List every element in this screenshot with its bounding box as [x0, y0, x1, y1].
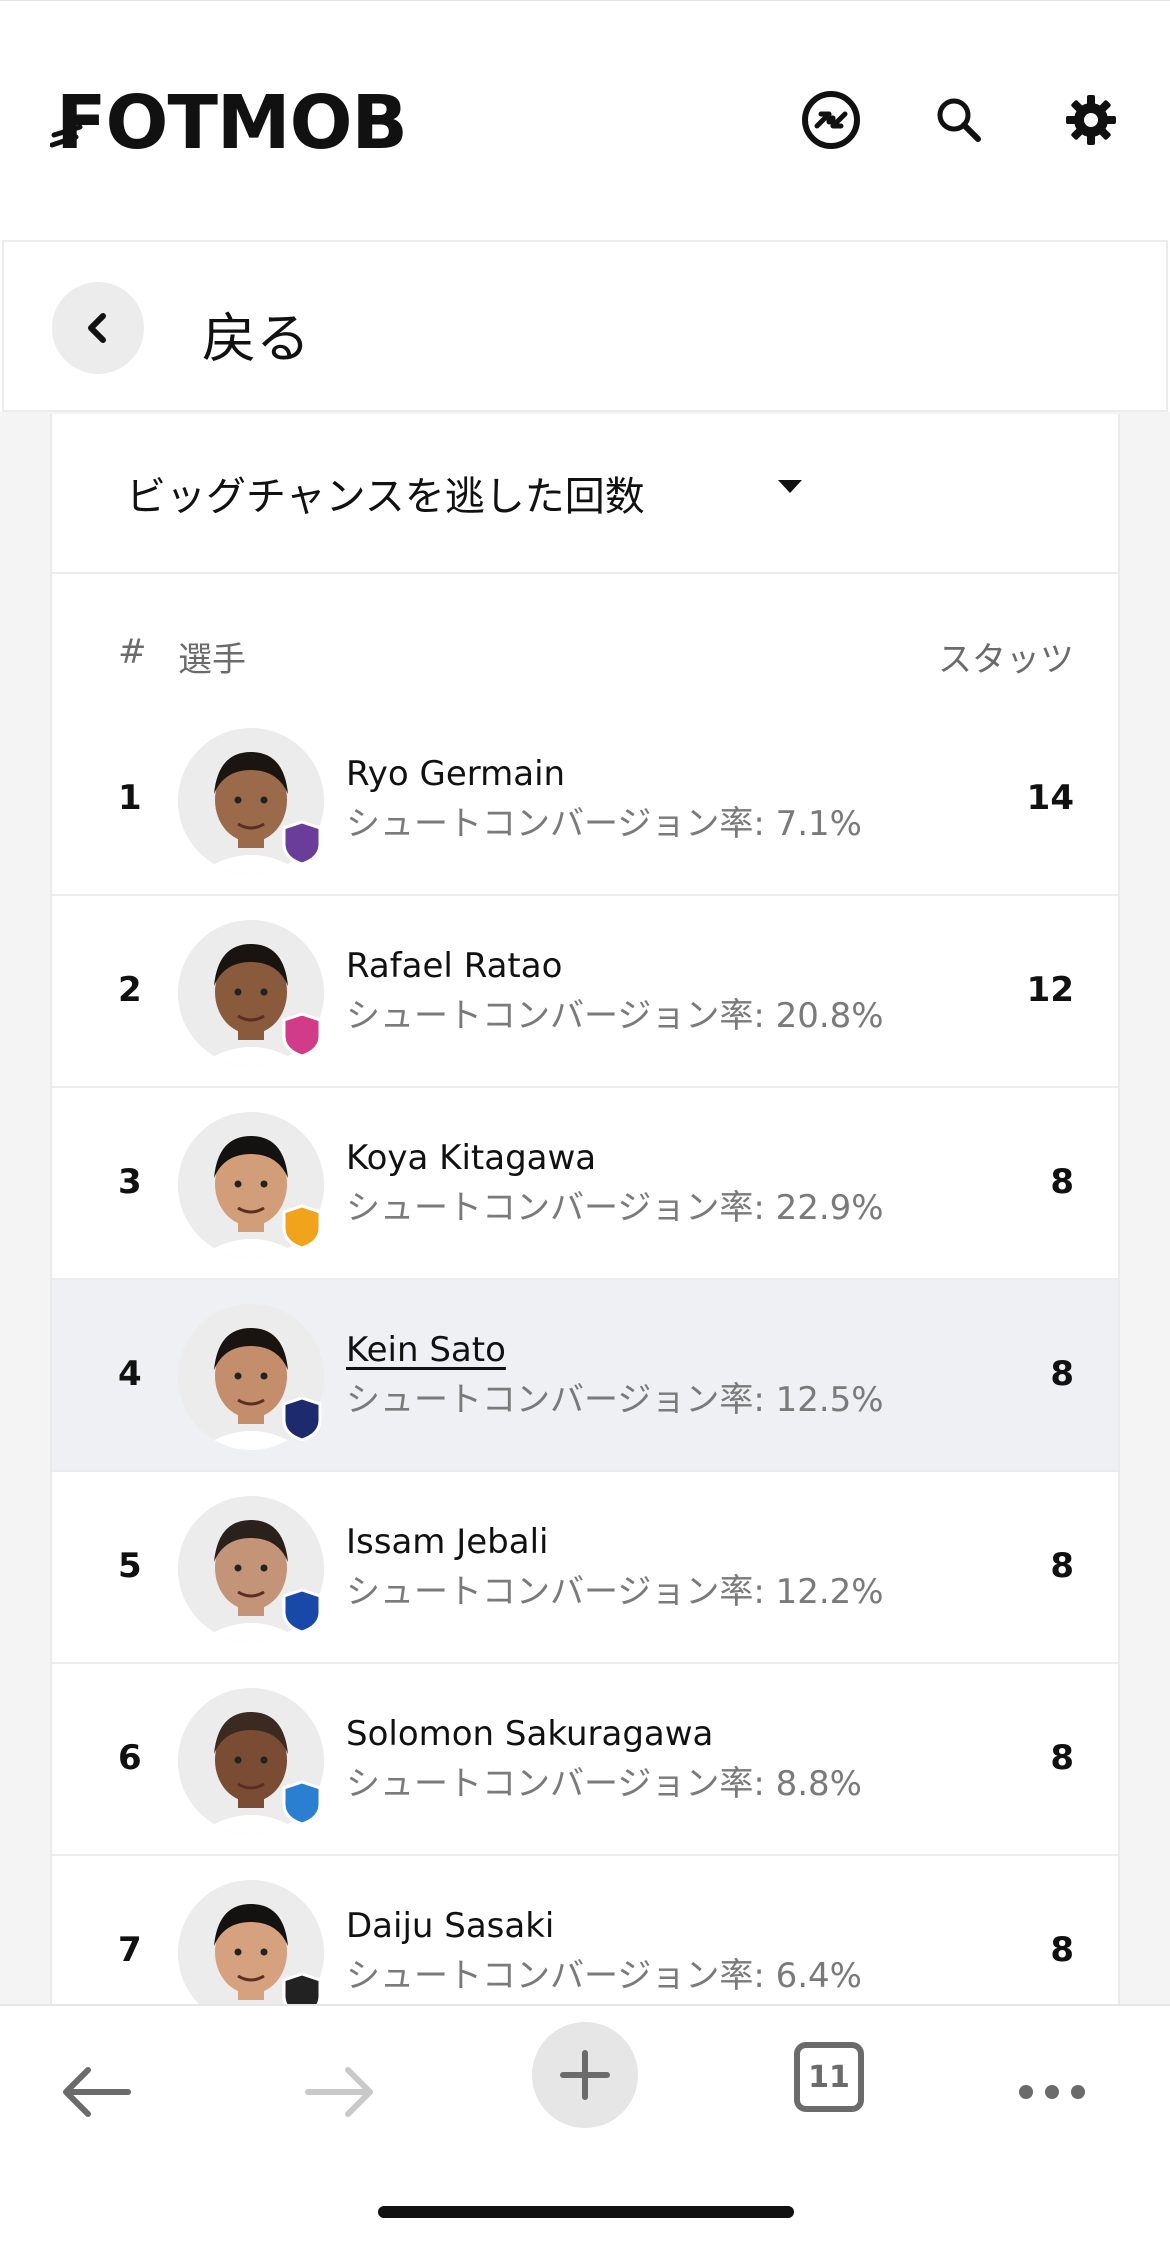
search-icon[interactable] — [924, 85, 994, 155]
header-player: 選手 — [178, 640, 246, 680]
caret-down-icon — [778, 480, 802, 493]
player-conversion-rate: シュートコンバージョン率: 8.8% — [346, 1764, 862, 1804]
player-stat-value: 8 — [1050, 1162, 1074, 1202]
player-row[interactable]: 4 Kein Sato シュートコンバージョン率: 12.5% 8 — [52, 1280, 1118, 1472]
team-badge-icon — [282, 1396, 322, 1442]
player-rank: 6 — [118, 1738, 142, 1778]
stat-type-label: ビッグチャンスを逃した回数 — [126, 474, 645, 520]
player-stat-value: 8 — [1050, 1546, 1074, 1586]
gear-icon[interactable] — [1056, 85, 1126, 155]
player-rank: 1 — [118, 778, 142, 818]
team-badge-icon — [282, 1012, 322, 1058]
arrow-right-icon — [305, 2067, 373, 2117]
team-badge-icon — [282, 1588, 322, 1634]
more-dots-icon — [1019, 2085, 1085, 2099]
home-indicator — [378, 2206, 794, 2218]
player-name[interactable]: Solomon Sakuragawa — [346, 1714, 713, 1754]
player-stat-value: 14 — [1026, 778, 1074, 818]
team-badge-icon — [282, 1780, 322, 1826]
player-rank: 4 — [118, 1354, 142, 1394]
team-badge-icon — [282, 820, 322, 866]
browser-back-button[interactable] — [46, 2042, 146, 2142]
player-conversion-rate: シュートコンバージョン率: 7.1% — [346, 804, 862, 844]
player-name[interactable]: Rafael Ratao — [346, 946, 562, 986]
player-name[interactable]: Koya Kitagawa — [346, 1138, 596, 1178]
table-header: # 選手 スタッツ — [52, 574, 1118, 704]
player-name[interactable]: Kein Sato — [346, 1330, 506, 1370]
browser-forward-button[interactable] — [290, 2042, 390, 2142]
header-rank: # — [118, 632, 147, 672]
plus-icon — [560, 2050, 610, 2100]
back-button[interactable] — [52, 282, 144, 374]
player-conversion-rate: シュートコンバージョン率: 6.4% — [346, 1956, 862, 1996]
player-conversion-rate: シュートコンバージョン率: 20.8% — [346, 996, 884, 1036]
browser-toolbar: 11 — [0, 2004, 1170, 2241]
logo-slashes-icon — [50, 124, 83, 148]
player-name[interactable]: Issam Jebali — [346, 1522, 548, 1562]
team-badge-icon — [282, 1204, 322, 1250]
player-rank: 3 — [118, 1162, 142, 1202]
player-conversion-rate: シュートコンバージョン率: 22.9% — [346, 1188, 884, 1228]
app-header: FOTMOB — [0, 0, 1170, 240]
player-rank: 5 — [118, 1546, 142, 1586]
player-name[interactable]: Daiju Sasaki — [346, 1906, 554, 1946]
team-badge-icon — [282, 1972, 322, 2004]
back-label[interactable]: 戻る — [202, 294, 310, 373]
player-stat-value: 8 — [1050, 1354, 1074, 1394]
player-stat-value: 8 — [1050, 1738, 1074, 1778]
player-conversion-rate: シュートコンバージョン率: 12.5% — [346, 1380, 884, 1420]
chevron-left-icon — [88, 313, 106, 343]
header-stat: スタッツ — [938, 640, 1074, 680]
player-row[interactable]: 7 Daiju Sasaki シュートコンバージョン率: 6.4% 8 — [52, 1856, 1118, 2004]
player-row[interactable]: 5 Issam Jebali シュートコンバージョン率: 12.2% 8 — [52, 1472, 1118, 1664]
fotmob-logo[interactable]: FOTMOB — [50, 80, 408, 166]
player-row[interactable]: 6 Solomon Sakuragawa シュートコンバージョン率: 8.8% 8 — [52, 1664, 1118, 1856]
player-name[interactable]: Ryo Germain — [346, 754, 565, 794]
new-tab-button[interactable] — [532, 2022, 638, 2128]
player-rank: 2 — [118, 970, 142, 1010]
more-menu-button[interactable] — [1002, 2042, 1102, 2142]
switch-icon[interactable] — [796, 85, 866, 155]
stats-card: ビッグチャンスを逃した回数 # 選手 スタッツ 1 Ryo Germain シュート… — [50, 414, 1120, 2004]
player-conversion-rate: シュートコンバージョン率: 12.2% — [346, 1572, 884, 1612]
player-row[interactable]: 3 Koya Kitagawa シュートコンバージョン率: 22.9% 8 — [52, 1088, 1118, 1280]
player-rank: 7 — [118, 1930, 142, 1970]
player-row[interactable]: 1 Ryo Germain シュートコンバージョン率: 7.1% 14 — [52, 704, 1118, 896]
player-row[interactable]: 2 Rafael Ratao シュートコンバージョン率: 20.8% 12 — [52, 896, 1118, 1088]
stat-type-dropdown[interactable]: ビッグチャンスを逃した回数 — [52, 414, 1118, 574]
back-bar: 戻る — [2, 240, 1168, 412]
tabs-button[interactable]: 11 — [794, 2042, 864, 2112]
player-stat-value: 12 — [1026, 970, 1074, 1010]
arrow-left-icon — [63, 2067, 131, 2117]
player-stat-value: 8 — [1050, 1930, 1074, 1970]
logo-text: FOTMOB — [56, 80, 408, 166]
